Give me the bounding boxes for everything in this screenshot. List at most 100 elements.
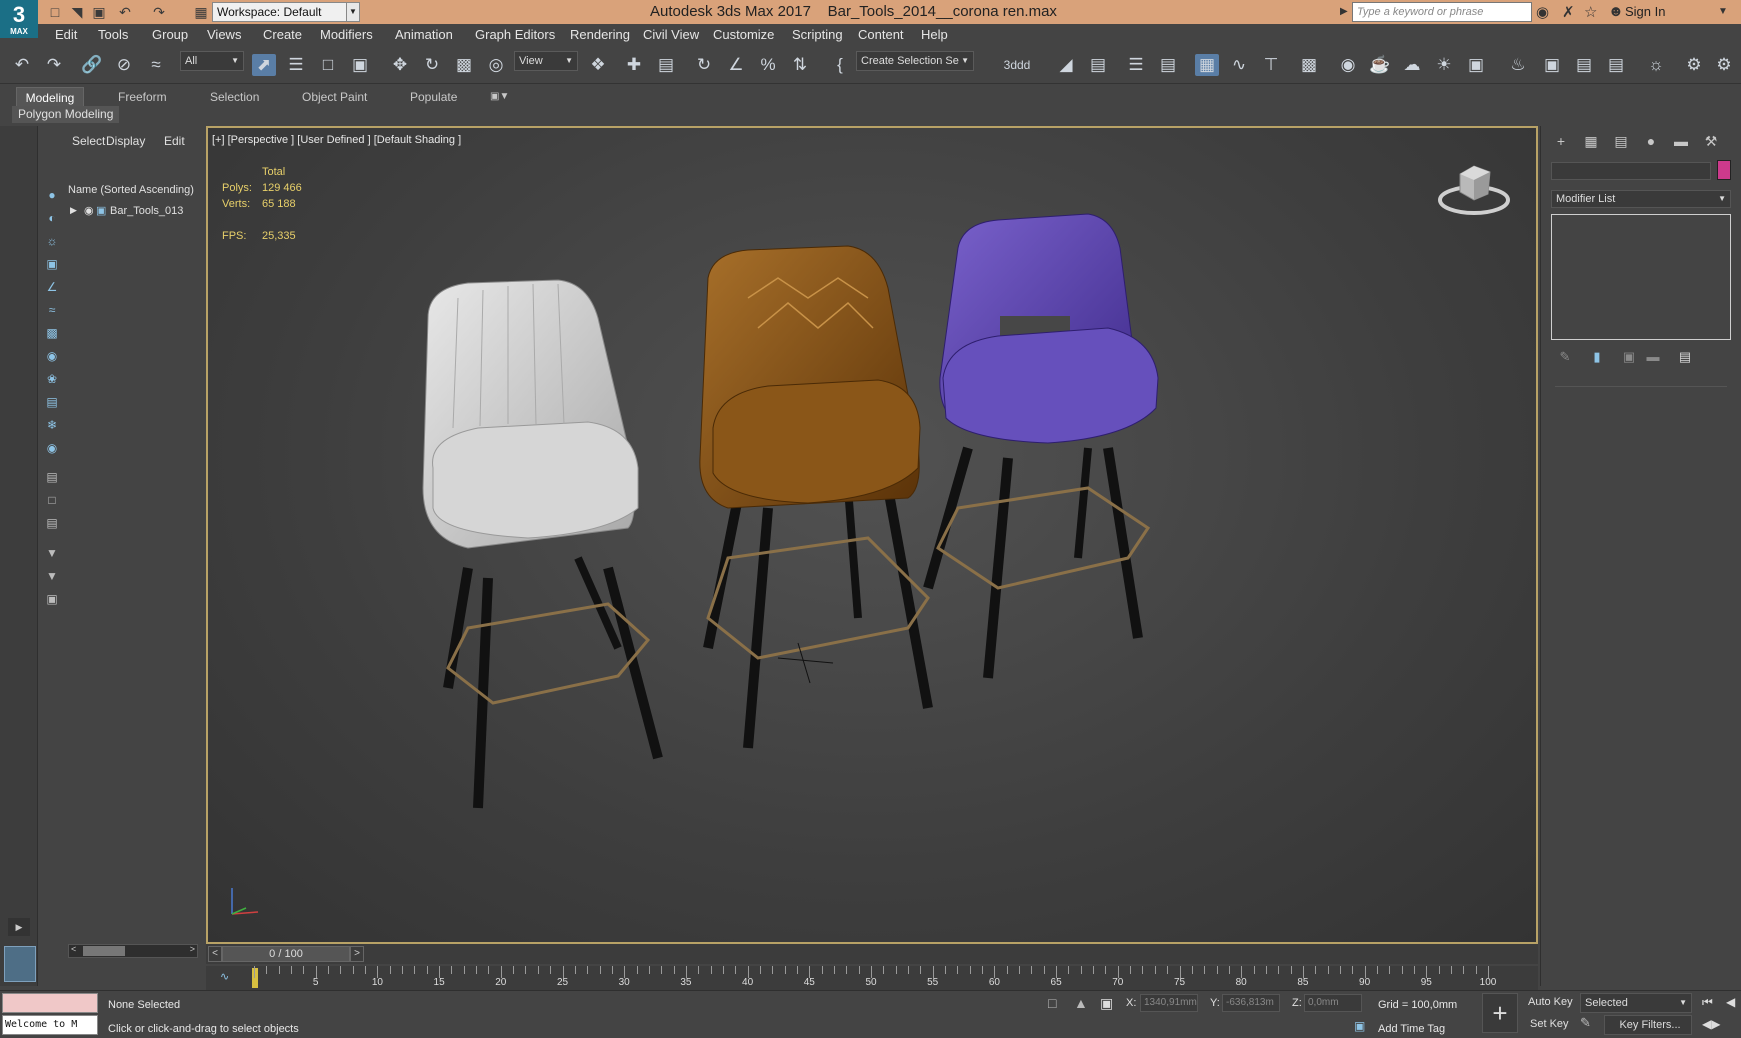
rotate-icon[interactable]: ↻ [420, 54, 444, 76]
workspace-dropdown-icon[interactable]: ▼ [346, 2, 360, 22]
named-selection-set-dropdown[interactable]: Create Selection Se ▼ [856, 51, 974, 71]
particles-filter-icon[interactable]: ❄ [42, 416, 62, 434]
material-editor-icon[interactable]: ◉ [1336, 54, 1360, 76]
favorites-star-icon[interactable]: ☆ [1584, 3, 1597, 21]
go-to-start-icon[interactable]: ⏮ [1702, 995, 1713, 1010]
window-crossing-icon[interactable]: ▣ [348, 54, 372, 76]
cameras-filter-icon[interactable]: ▣ [42, 255, 62, 273]
display-dependents-icon[interactable]: ▤ [42, 514, 62, 532]
helpers-filter-icon[interactable]: ∠ [42, 278, 62, 296]
spacewarps-filter-icon[interactable]: ≈ [42, 301, 62, 319]
render-in-cloud-icon[interactable]: ▣ [1464, 54, 1488, 76]
menu-tools[interactable]: Tools [98, 27, 128, 42]
extra-tool-2-icon[interactable]: ⚙ [1712, 54, 1736, 76]
binoculars-icon[interactable]: ◉ [1536, 3, 1549, 21]
containers-filter-icon[interactable]: ▤ [42, 393, 62, 411]
set-key-button[interactable]: Set Key [1530, 1015, 1569, 1035]
tab-selection[interactable]: Selection [204, 87, 265, 107]
display-tab-icon[interactable]: ▬ [1667, 130, 1695, 152]
align-icon[interactable]: ▤ [1086, 54, 1110, 76]
auto-key-button[interactable]: Auto Key [1528, 993, 1573, 1013]
time-slider-thumb[interactable]: 0 / 100 [222, 946, 350, 962]
render-frame-window-icon[interactable]: ▣ [1540, 54, 1564, 76]
previous-frame-button[interactable]: < [208, 946, 222, 962]
hierarchy-tab-icon[interactable]: ▤ [1607, 130, 1635, 152]
explorer-menu-display[interactable]: Display [106, 134, 145, 148]
make-unique-icon[interactable]: ▣ [1619, 348, 1639, 366]
xrefs-filter-icon[interactable]: ◉ [42, 347, 62, 365]
spinner-snap-icon[interactable]: ⇅ [788, 54, 812, 76]
absolute-mode-transform-icon[interactable]: ▣ [1100, 995, 1113, 1012]
hidden-filter-icon[interactable]: ◉ [42, 439, 62, 457]
explorer-menu-select[interactable]: Select [72, 134, 105, 148]
select-object-icon[interactable]: ⬈ [252, 54, 276, 76]
utilities-tab-wrench-icon[interactable]: ⚒ [1697, 130, 1725, 152]
brown-bar-stool[interactable] [699, 245, 933, 749]
user-icon[interactable]: ☻ [1608, 3, 1624, 20]
create-tab-plus-icon[interactable]: + [1547, 130, 1575, 152]
tab-freeform[interactable]: Freeform [112, 87, 173, 107]
scroll-left-icon[interactable]: < [71, 944, 76, 954]
sign-in-button[interactable]: Sign In [1625, 4, 1665, 19]
app-logo[interactable]: 3 MAX [0, 0, 38, 38]
percent-snap-icon[interactable]: % [756, 54, 780, 76]
extra-tool-icon[interactable]: ⚙ [1682, 54, 1706, 76]
layer-explorer-icon[interactable]: ▣ [42, 590, 62, 608]
selection-filter-dropdown[interactable]: All ▼ [180, 51, 244, 71]
menu-civil-view[interactable]: Civil View [643, 27, 699, 42]
filter-toggle-icon[interactable]: ▼ [42, 567, 62, 585]
scroll-right-icon[interactable]: > [190, 944, 195, 954]
white-bar-stool[interactable] [422, 279, 663, 809]
scale-icon[interactable]: ▩ [452, 54, 476, 76]
mirror-icon[interactable]: ◢ [1054, 54, 1078, 76]
redo-icon[interactable]: ↷ [150, 3, 168, 21]
configure-modifier-sets-icon[interactable]: ▤ [1675, 348, 1695, 366]
modifier-list-dropdown[interactable]: Modifier List ▼ [1551, 190, 1731, 208]
menu-views[interactable]: Views [207, 27, 241, 42]
x-coordinate-field[interactable]: 1340,91mm [1140, 994, 1198, 1012]
modifier-stack[interactable] [1551, 214, 1731, 340]
ribbon-toggle-icon[interactable]: ▤ [1156, 54, 1180, 76]
reference-coordinate-dropdown[interactable]: View ▼ [514, 51, 578, 71]
menu-customize[interactable]: Customize [713, 27, 774, 42]
rendered-frame-icon[interactable]: ☁ [1400, 54, 1424, 76]
geometry-filter-icon[interactable]: ● [42, 186, 62, 204]
add-time-tag-button[interactable]: Add Time Tag [1378, 1023, 1445, 1035]
pin-stack-icon[interactable]: ✎ [1555, 348, 1575, 366]
remove-modifier-trash-icon[interactable]: ▬ [1643, 348, 1663, 366]
custom-3ddd-button[interactable]: 3ddd [1000, 54, 1034, 76]
curve-editor-mini-icon[interactable]: ∿ [220, 970, 229, 983]
viewport-layout-icon[interactable] [4, 946, 36, 982]
expand-arrow-icon[interactable]: ▶ [70, 205, 77, 216]
display-children-icon[interactable]: ▤ [42, 468, 62, 486]
sign-in-dropdown-icon[interactable]: ▼ [1718, 6, 1728, 17]
show-end-result-icon[interactable]: ▮ [1587, 348, 1607, 366]
render-production-icon[interactable]: ☀ [1432, 54, 1456, 76]
menu-help[interactable]: Help [921, 27, 948, 42]
maxscript-listener-output[interactable]: Welcome to M [2, 1015, 98, 1035]
isolate-selection-icon[interactable]: □ [1048, 995, 1056, 1011]
expand-arrow-icon[interactable]: ▶ [1340, 6, 1348, 17]
key-filters-icon[interactable]: ✎ [1580, 1015, 1591, 1031]
menu-modifiers[interactable]: Modifiers [320, 27, 373, 42]
display-influences-icon[interactable]: □ [42, 491, 62, 509]
groups-filter-icon[interactable]: ▩ [42, 324, 62, 342]
render-setup-icon[interactable]: ☕ [1368, 54, 1392, 76]
subscription-icon[interactable]: ✗ [1562, 3, 1575, 21]
modify-tab-icon[interactable]: ▦ [1577, 130, 1605, 152]
menu-graph-editors[interactable]: Graph Editors [475, 27, 555, 42]
render-iterative-icon[interactable]: ▤ [1572, 54, 1596, 76]
track-bar[interactable]: ∿ 5 10 15 20 25 30 35 40 45 50 55 60 65 70 75 80 85 90 95 1… [206, 966, 1538, 990]
keyboard-shortcut-icon[interactable]: ▤ [654, 54, 678, 76]
key-mode-dropdown[interactable]: Selected ▼ [1580, 993, 1692, 1013]
schematic-view-icon[interactable]: ▩ [1297, 54, 1321, 76]
shapes-filter-icon[interactable]: ◐ [42, 209, 62, 227]
redo-icon[interactable]: ↷ [42, 54, 66, 76]
tab-modeling[interactable]: Modeling [16, 87, 84, 107]
lights-filter-icon[interactable]: ☼ [42, 232, 62, 250]
maxscript-mini-listener[interactable] [2, 993, 98, 1013]
dope-sheet-icon[interactable]: ⊤ [1259, 54, 1283, 76]
next-frame-button[interactable]: > [350, 946, 364, 962]
menu-create[interactable]: Create [263, 27, 302, 42]
open-file-icon[interactable]: ◥ [68, 3, 86, 21]
